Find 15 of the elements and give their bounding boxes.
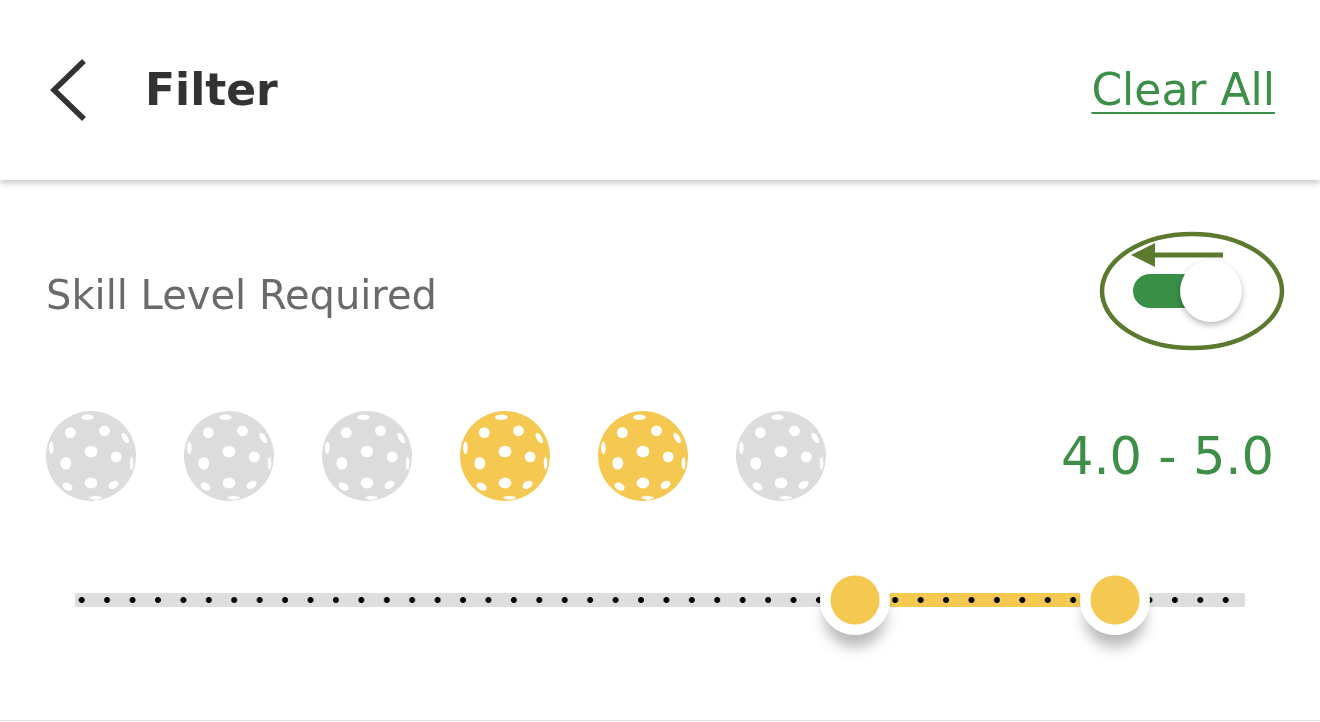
pickleball-icon[interactable] — [598, 411, 688, 501]
slider-thumb[interactable] — [1080, 565, 1151, 635]
page-title: Filter — [145, 63, 278, 117]
section-label: Skill Level Required — [46, 272, 437, 318]
left-arrow-icon — [1131, 243, 1223, 267]
back-button[interactable] — [48, 58, 88, 122]
pickleball-icon[interactable] — [460, 411, 550, 501]
slider-thumb[interactable] — [820, 565, 891, 635]
pickleball-icon[interactable] — [322, 411, 412, 501]
range-value: 4.0 - 5.0 — [1060, 426, 1274, 486]
chevron-left-icon — [48, 58, 88, 122]
pickleball-icon[interactable] — [46, 411, 136, 501]
pickleball-icon[interactable] — [736, 411, 826, 501]
pickleball-icon[interactable] — [184, 411, 274, 501]
clear-all-link[interactable]: Clear All — [1091, 63, 1275, 117]
